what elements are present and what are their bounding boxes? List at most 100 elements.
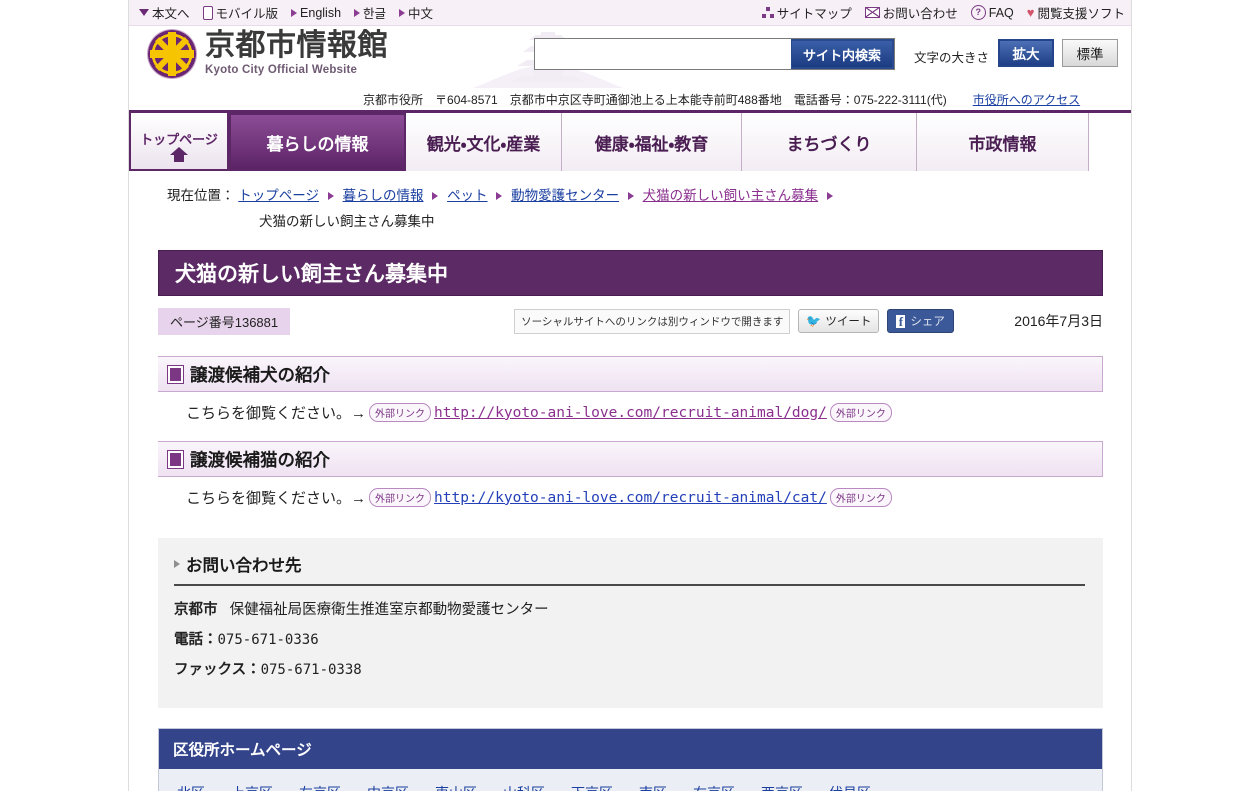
search-button[interactable]: サイト内検索 bbox=[791, 39, 894, 69]
section-marker-icon bbox=[168, 450, 183, 468]
ward-offices-list: 北区 上京区 左京区 中京区 東山区 山科区 下京区 南区 右京区 西京区 伏見… bbox=[159, 769, 1102, 791]
section-heading-text: 譲渡候補猫の紹介 bbox=[190, 449, 330, 470]
nav-item-living-info[interactable]: 暮らしの情報 bbox=[229, 113, 406, 171]
font-size-label: 文字の大きさ bbox=[914, 51, 990, 65]
contact-heading-text: お問い合わせ先 bbox=[186, 557, 302, 576]
ward-link-sakyo[interactable]: 左京区 bbox=[299, 783, 341, 791]
city-hall-access-link[interactable]: 市役所へのアクセス bbox=[973, 91, 1080, 108]
contact-tel-value: 075-671-0336 bbox=[217, 632, 319, 649]
ward-link-fushimi[interactable]: 伏見区 bbox=[829, 783, 871, 791]
kyoto-city-crest-icon bbox=[148, 30, 196, 78]
util-label: 閲覧支援ソフト bbox=[1037, 7, 1125, 21]
chevron-right-icon bbox=[496, 191, 503, 200]
util-label: 한글 bbox=[363, 7, 387, 21]
page-number-badge: ページ番号136881 bbox=[158, 307, 291, 335]
right-gutter bbox=[1131, 0, 1248, 791]
main-content: 犬猫の新しい飼主さん募集中 ページ番号136881 ソーシャルサイトへのリンクは… bbox=[129, 250, 1131, 791]
breadcrumb: 現在位置： トップページ 暮らしの情報 ペット 動物愛護センター 犬猫の新しい飼… bbox=[129, 171, 1131, 234]
util-mobile-version[interactable]: モバイル版 bbox=[202, 3, 279, 22]
left-gutter bbox=[0, 0, 129, 791]
facebook-share-button[interactable]: f シェア bbox=[887, 309, 954, 334]
util-accessibility-software[interactable]: ♥ 閲覧支援ソフト bbox=[1027, 3, 1125, 22]
address-phone: 電話番号：075-222-3111(代) bbox=[793, 92, 947, 107]
nav-top-label: トップページ bbox=[140, 131, 218, 147]
ward-link-ukyo[interactable]: 右京区 bbox=[693, 783, 735, 791]
breadcrumb-item-adoption[interactable]: 犬猫の新しい飼い主さん募集 bbox=[643, 188, 819, 203]
page-root: 本文へ モバイル版 English 한글 中文 サイトマップ お問い合わせ ? … bbox=[0, 0, 1248, 791]
nav-item-city-administration[interactable]: 市政情報 bbox=[917, 113, 1089, 171]
font-size-standard-button[interactable]: 標準 bbox=[1062, 39, 1118, 67]
site-search: サイト内検索 bbox=[534, 38, 895, 70]
section-marker-icon bbox=[168, 365, 183, 383]
site-header: 京都市情報館 Kyoto City Official Website サイト内検… bbox=[129, 26, 1131, 88]
util-label: 本文へ bbox=[152, 7, 190, 21]
city-hall-address-line: 京都市役所 〒604-8571 京都市中京区寺町通御池上る上本能寺前町488番地… bbox=[129, 88, 1131, 110]
chevron-right-icon bbox=[327, 191, 334, 200]
util-label: English bbox=[300, 5, 342, 20]
ward-link-minami[interactable]: 南区 bbox=[639, 783, 667, 791]
breadcrumb-item-pet[interactable]: ペット bbox=[447, 188, 488, 203]
logo-title-jp: 京都市情報館 bbox=[205, 28, 388, 64]
contact-org-city: 京都市 bbox=[174, 602, 218, 619]
contact-box: お問い合わせ先 京都市 保健福祉局医療衛生推進室京都動物愛護センター 電話：07… bbox=[158, 538, 1103, 709]
section-lead-text: こちらを御覧ください。→ bbox=[186, 405, 367, 423]
ward-offices-heading: 区役所ホームページ bbox=[159, 729, 1102, 770]
util-label: モバイル版 bbox=[215, 7, 279, 21]
mobile-icon bbox=[202, 5, 213, 20]
font-size-large-button[interactable]: 拡大 bbox=[998, 39, 1054, 67]
facebook-icon: f bbox=[896, 314, 906, 328]
external-link-badge-after: 外部リンク bbox=[829, 403, 892, 423]
page-meta-row: ページ番号136881 ソーシャルサイトへのリンクは別ウィンドウで開きます 🐦 … bbox=[158, 304, 1103, 338]
util-english[interactable]: English bbox=[291, 6, 341, 20]
utility-bar-left: 本文へ モバイル版 English 한글 中文 bbox=[139, 3, 433, 22]
ward-link-nakagyo[interactable]: 中京区 bbox=[367, 783, 409, 791]
external-link-badge-before: 外部リンク bbox=[369, 488, 432, 508]
tweet-button[interactable]: 🐦 ツイート bbox=[798, 309, 880, 334]
arrow-right-icon bbox=[291, 8, 298, 17]
util-jump-to-content[interactable]: 本文へ bbox=[139, 3, 190, 22]
external-link-cat[interactable]: http://kyoto-ani-love.com/recruit-animal… bbox=[434, 490, 827, 506]
contact-org-department: 保健福祉局医療衛生推進室京都動物愛護センター bbox=[229, 602, 549, 619]
section-body-cat: こちらを御覧ください。→ 外部リンク http://kyoto-ani-love… bbox=[158, 477, 1103, 508]
breadcrumb-item-top[interactable]: トップページ bbox=[238, 188, 319, 203]
util-contact[interactable]: お問い合わせ bbox=[864, 3, 958, 22]
twitter-bird-icon: 🐦 bbox=[806, 314, 822, 329]
nav-item-health-welfare-education[interactable]: 健康・福祉・教育 bbox=[562, 113, 742, 171]
section-heading-cat: 譲渡候補猫の紹介 bbox=[158, 441, 1103, 478]
external-link-badge-before: 外部リンク bbox=[369, 403, 432, 423]
external-link-dog[interactable]: http://kyoto-ani-love.com/recruit-animal… bbox=[434, 405, 827, 421]
breadcrumb-item-animal-shelter[interactable]: 動物愛護センター bbox=[511, 188, 619, 203]
share-label: シェア bbox=[910, 316, 945, 329]
util-label: 中文 bbox=[408, 7, 434, 21]
search-input[interactable] bbox=[535, 39, 791, 69]
util-chinese[interactable]: 中文 bbox=[399, 3, 433, 22]
nav-item-tourism-culture-industry[interactable]: 観光・文化・産業 bbox=[406, 113, 562, 171]
ward-link-kamigyo[interactable]: 上京区 bbox=[231, 783, 273, 791]
ward-link-nishikyo[interactable]: 西京区 bbox=[761, 783, 803, 791]
ward-link-kita[interactable]: 北区 bbox=[177, 783, 205, 791]
breadcrumb-item-living-info[interactable]: 暮らしの情報 bbox=[343, 188, 424, 203]
utility-bar: 本文へ モバイル版 English 한글 中文 サイトマップ お問い合わせ ? … bbox=[129, 0, 1131, 26]
ward-link-higashiyama[interactable]: 東山区 bbox=[435, 783, 477, 791]
util-korean[interactable]: 한글 bbox=[354, 3, 386, 22]
nav-item-top-page[interactable]: トップページ bbox=[129, 113, 229, 171]
ward-link-yamashina[interactable]: 山科区 bbox=[503, 783, 545, 791]
external-link-badge-after: 外部リンク bbox=[829, 488, 892, 508]
page-title: 犬猫の新しい飼主さん募集中 bbox=[158, 250, 1103, 297]
util-sitemap[interactable]: サイトマップ bbox=[761, 3, 852, 22]
util-faq[interactable]: ? FAQ bbox=[970, 5, 1014, 20]
contact-tel: 電話：075-671-0336 bbox=[174, 628, 1085, 649]
arrow-right-icon bbox=[399, 8, 406, 17]
contact-organization: 京都市 保健福祉局医療衛生推進室京都動物愛護センター bbox=[174, 598, 1085, 619]
breadcrumb-label: 現在位置： bbox=[167, 188, 235, 203]
chevron-right-icon bbox=[826, 191, 833, 200]
ward-link-shimogyo[interactable]: 下京区 bbox=[571, 783, 613, 791]
breadcrumb-current: 犬猫の新しい飼主さん募集中 bbox=[259, 213, 435, 229]
global-navigation: トップページ 暮らしの情報 観光・文化・産業 健康・福祉・教育 まちづくり 市政… bbox=[129, 110, 1131, 171]
site-logo[interactable]: 京都市情報館 Kyoto City Official Website bbox=[148, 30, 388, 78]
nav-item-town-development[interactable]: まちづくり bbox=[742, 113, 917, 171]
util-label: サイトマップ bbox=[776, 7, 852, 21]
social-share-group: ソーシャルサイトへのリンクは別ウィンドウで開きます 🐦 ツイート f シェア bbox=[514, 308, 954, 334]
sitemap-icon bbox=[761, 7, 774, 18]
address-street: 京都市中京区寺町通御池上る上本能寺前町488番地 bbox=[509, 92, 782, 107]
